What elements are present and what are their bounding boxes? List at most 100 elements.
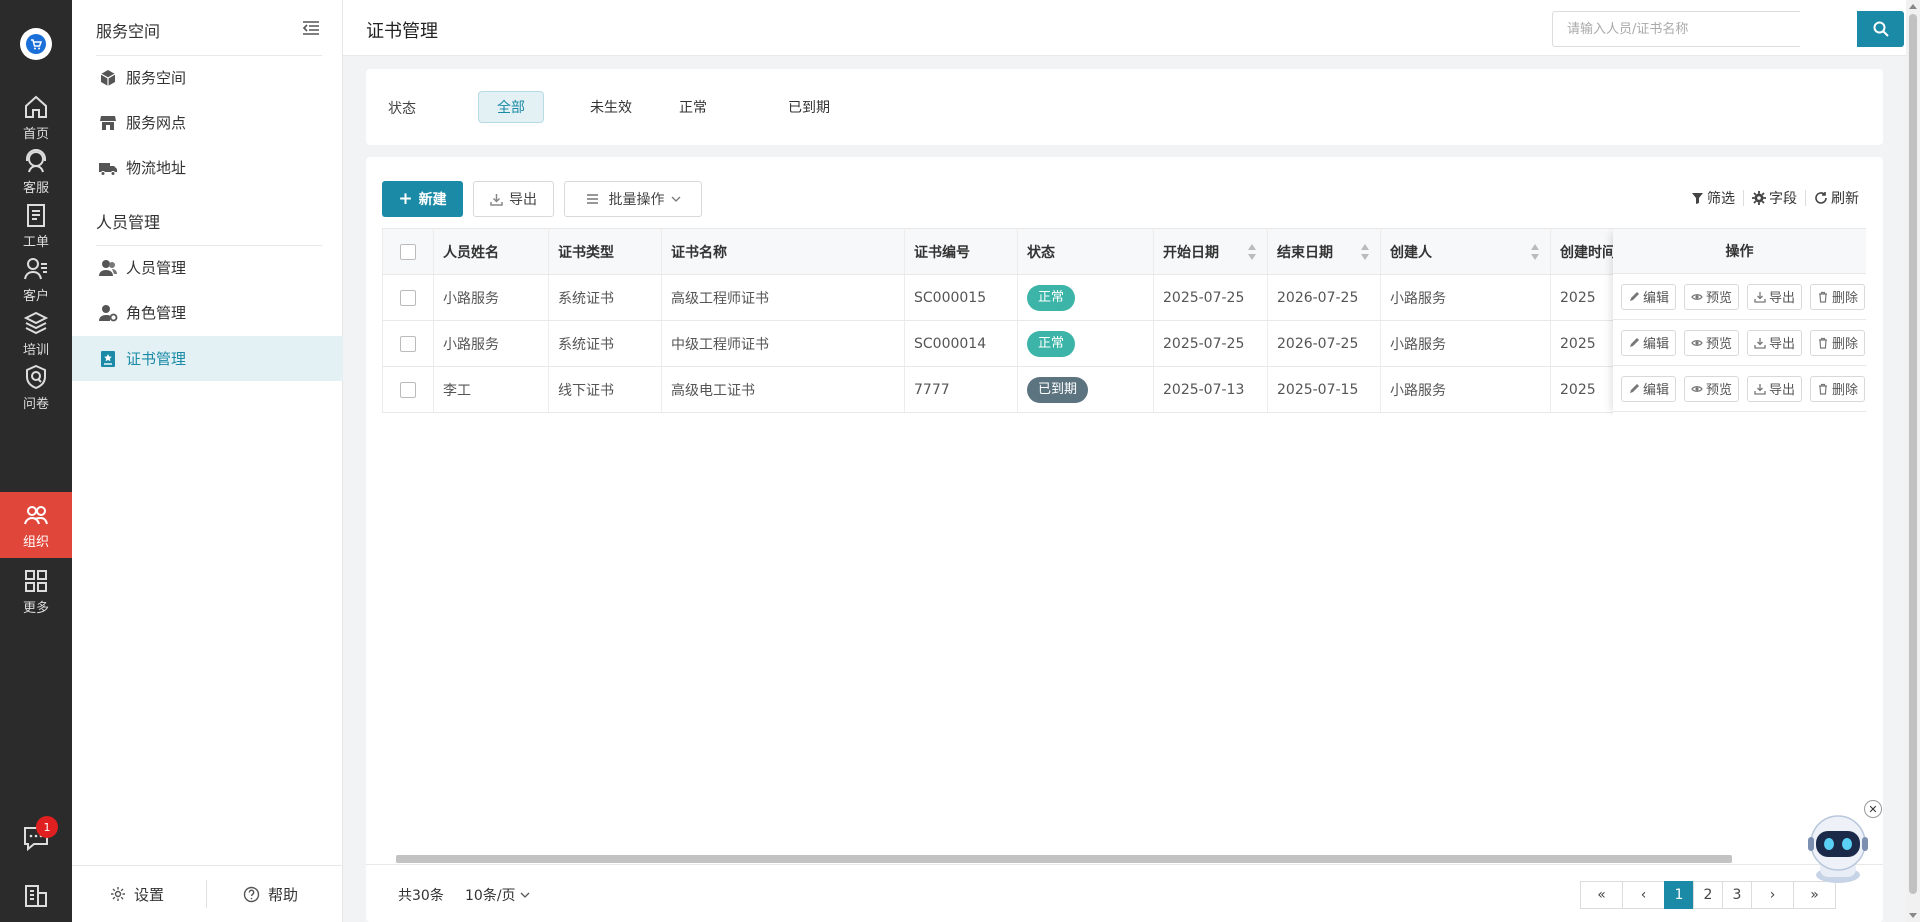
scrollbar-thumb[interactable] [396, 855, 1732, 863]
delete-label: 删除 [1832, 337, 1859, 352]
sort-icon[interactable] [1530, 243, 1540, 261]
settings-button[interactable]: 设置 [110, 884, 206, 905]
refresh-button[interactable]: 刷新 [1814, 188, 1859, 208]
filter-option-normal[interactable]: 正常 [660, 91, 726, 123]
row-checkbox[interactable] [400, 381, 416, 398]
sidebar-section-title: 人员管理 [96, 213, 161, 232]
download-icon [1754, 383, 1766, 395]
delete-button[interactable]: 删除 [1810, 283, 1866, 310]
app-logo[interactable] [20, 28, 52, 60]
select-all-checkbox[interactable] [400, 243, 416, 260]
sidebar-item-service-outlet[interactable]: 服务网点 [72, 100, 343, 145]
prev-page-button[interactable]: ‹ [1622, 881, 1665, 909]
building-icon[interactable] [23, 883, 49, 909]
page-title: 证书管理 [366, 21, 438, 42]
filter-option-pending[interactable]: 未生效 [578, 91, 644, 123]
collapse-menu-icon[interactable] [302, 20, 320, 36]
preview-button[interactable]: 预览 [1684, 375, 1740, 402]
preview-button[interactable]: 预览 [1684, 283, 1740, 310]
sidebar-item-people[interactable]: 人员管理 [72, 245, 343, 290]
first-page-button[interactable]: « [1580, 881, 1623, 909]
cell-cert-code: 7777 [904, 366, 1018, 413]
group-icon [24, 505, 48, 524]
sub-sidebar: 服务空间 服务空间 服务网点 物流地址 人员管理 人员管理 角色管理 证书管理 … [72, 0, 343, 922]
cell-end: 2026-07-25 [1267, 320, 1381, 367]
scroll-up-arrow-icon[interactable] [1909, 4, 1917, 9]
certificate-icon [101, 350, 115, 367]
sort-icon[interactable] [1360, 243, 1370, 261]
sort-icon[interactable] [1247, 243, 1257, 261]
pencil-icon [1630, 291, 1639, 301]
status-badge: 已到期 [1027, 376, 1089, 403]
col-header-creator-label: 创建人 [1390, 244, 1432, 261]
next-page-button[interactable]: › [1751, 881, 1794, 909]
sidebar-item-roles[interactable]: 角色管理 [72, 290, 343, 335]
last-page-button[interactable]: » [1793, 881, 1836, 909]
batch-operations-dropdown[interactable]: 批量操作 [564, 181, 702, 217]
page-button-2[interactable]: 2 [1693, 881, 1723, 909]
filter-option-expired[interactable]: 已到期 [776, 91, 842, 123]
row-checkbox[interactable] [400, 289, 416, 306]
cell-start: 2025-07-13 [1153, 366, 1268, 413]
search-button[interactable] [1857, 11, 1904, 47]
ops-row: 编辑 预览 导出 删除 [1613, 320, 1866, 366]
export-row-button[interactable]: 导出 [1747, 375, 1803, 402]
help-icon [243, 886, 260, 902]
delete-button[interactable]: 删除 [1810, 375, 1866, 402]
export-row-button[interactable]: 导出 [1747, 329, 1803, 356]
table-horizontal-scrollbar[interactable] [390, 855, 1868, 863]
filter-option-all[interactable]: 全部 [478, 91, 544, 123]
row-checkbox[interactable] [400, 335, 416, 352]
scrollbar-thumb[interactable] [1909, 14, 1917, 894]
export-button[interactable]: 导出 [473, 181, 554, 217]
help-label: 帮助 [268, 885, 299, 904]
page-button-1[interactable]: 1 [1664, 881, 1694, 909]
headset-icon [26, 148, 46, 172]
sidebar-section-title: 服务空间 [96, 22, 161, 41]
gear-icon [111, 887, 125, 901]
edit-button[interactable]: 编辑 [1621, 329, 1677, 356]
edit-button[interactable]: 编辑 [1621, 375, 1677, 402]
col-header-cert-code: 证书编号 [904, 228, 1018, 275]
close-icon[interactable]: ✕ [1864, 800, 1882, 818]
truck-icon [99, 162, 117, 176]
sidebar-item-label: 人员管理 [126, 259, 187, 277]
scroll-down-arrow-icon[interactable] [1909, 913, 1917, 918]
fields-button[interactable]: 字段 [1752, 188, 1797, 208]
rail-item-survey[interactable]: 问卷 [0, 354, 72, 420]
col-header-start[interactable]: 开始日期 [1153, 228, 1268, 275]
sidebar-item-service-space[interactable]: 服务空间 [72, 55, 343, 100]
double-chevron-right-icon: » [1810, 887, 1819, 903]
search-input[interactable] [1552, 11, 1800, 47]
grid-icon [25, 569, 47, 592]
page-size-label: 10条/页 [465, 888, 516, 904]
edit-label: 编辑 [1643, 337, 1670, 352]
col-header-end[interactable]: 结束日期 [1267, 228, 1381, 275]
rail-label: 问卷 [22, 396, 49, 412]
col-header-type: 证书类型 [548, 228, 662, 275]
cell-type: 线下证书 [548, 366, 662, 413]
new-button[interactable]: + 新建 [382, 181, 463, 217]
pencil-icon [1630, 337, 1639, 347]
col-header-creator[interactable]: 创建人 [1380, 228, 1551, 275]
preview-button[interactable]: 预览 [1684, 329, 1740, 356]
export-label: 导出 [509, 192, 537, 208]
sidebar-item-certificates[interactable]: 证书管理 [72, 336, 343, 381]
page-button-3[interactable]: 3 [1722, 881, 1752, 909]
delete-button[interactable]: 删除 [1810, 329, 1866, 356]
page-size-select[interactable]: 10条/页 [465, 885, 530, 905]
edit-button[interactable]: 编辑 [1621, 283, 1677, 310]
export-row-label: 导出 [1769, 337, 1796, 352]
filter-button[interactable]: 筛选 [1691, 188, 1735, 208]
export-row-button[interactable]: 导出 [1747, 283, 1803, 310]
total-count: 共30条 [398, 888, 444, 904]
page-scrollbar[interactable] [1906, 0, 1920, 922]
preview-label: 预览 [1706, 291, 1733, 306]
rail-item-more[interactable]: 更多 [0, 558, 72, 624]
rail-item-organization[interactable]: 组织 [0, 492, 72, 558]
cell-creator: 小路服务 [1380, 274, 1551, 321]
preview-label: 预览 [1706, 383, 1733, 398]
assistant-robot-icon[interactable] [1802, 805, 1874, 885]
sidebar-item-logistics[interactable]: 物流地址 [72, 145, 343, 190]
help-button[interactable]: 帮助 [243, 884, 298, 905]
